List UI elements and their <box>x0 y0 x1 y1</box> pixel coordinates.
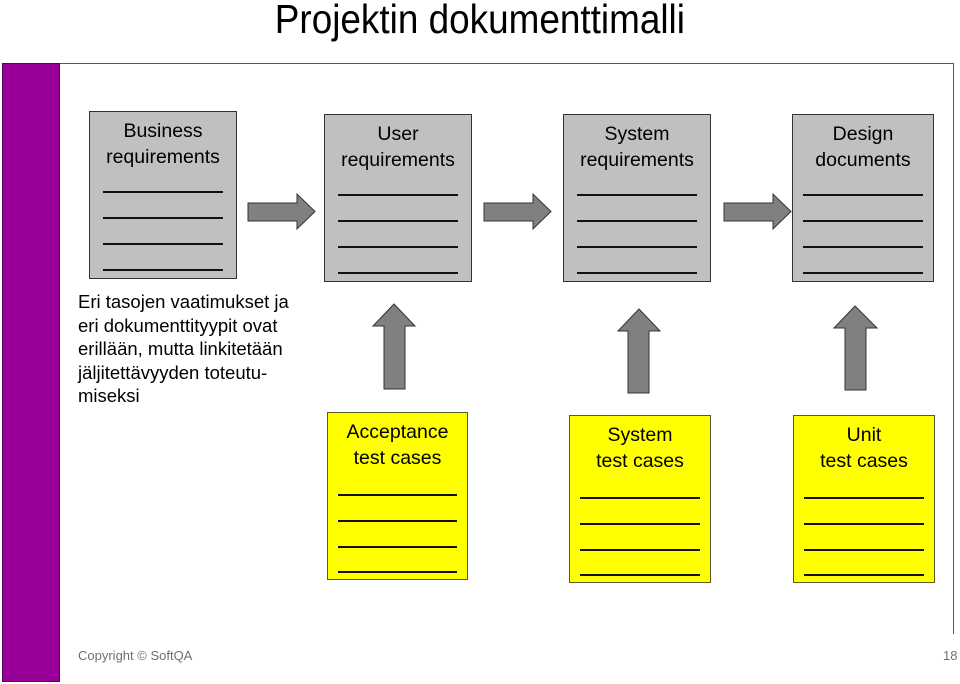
text-line <box>577 194 697 196</box>
text-line <box>338 571 457 573</box>
text-line <box>804 497 924 499</box>
text-line <box>577 246 697 248</box>
text-line <box>803 272 923 274</box>
text-line <box>338 220 458 222</box>
text-line <box>338 520 457 522</box>
doc-acceptance-test-cases: Acceptance test cases <box>327 412 468 580</box>
doc-label: User requirements <box>341 123 455 171</box>
text-line <box>580 574 700 576</box>
accent-bar <box>2 63 60 682</box>
slide-title-text: Projektin dokumenttimalli <box>274 0 686 42</box>
page-number: 18 <box>943 648 958 663</box>
text-line <box>338 494 457 496</box>
text-line <box>577 272 697 274</box>
traceability-note: Eri tasojen vaatimukset ja eri dokumentt… <box>78 291 289 406</box>
text-line <box>804 549 924 551</box>
text-line <box>803 220 923 222</box>
doc-label: Design documents <box>815 123 911 171</box>
text-line <box>803 194 923 196</box>
text-line <box>338 272 458 274</box>
doc-label: Acceptance test cases <box>346 421 449 469</box>
text-line <box>804 523 924 525</box>
doc-system-requirements: System requirements <box>563 114 711 282</box>
text-line <box>580 523 700 525</box>
text-line <box>803 246 923 248</box>
text-line <box>338 194 458 196</box>
text-line <box>338 546 457 548</box>
doc-unit-test-cases: Unit test cases <box>793 415 935 583</box>
doc-system-test-cases: System test cases <box>569 415 711 583</box>
text-line <box>804 574 924 576</box>
text-line <box>580 549 700 551</box>
doc-label: Unit test cases <box>820 424 908 472</box>
slide-title: Projektin dokumenttimalli <box>0 0 960 43</box>
doc-design-documents: Design documents <box>792 114 934 282</box>
text-line <box>103 243 223 245</box>
doc-label: System test cases <box>596 424 684 472</box>
doc-label: System requirements <box>580 123 694 171</box>
doc-label: Business requirements <box>106 120 220 168</box>
copyright-footer: Copyright © SoftQA <box>78 648 193 663</box>
text-line <box>338 246 458 248</box>
doc-user-requirements: User requirements <box>324 114 472 282</box>
text-line <box>580 497 700 499</box>
text-line <box>103 217 223 219</box>
text-line <box>103 269 223 271</box>
text-line <box>577 220 697 222</box>
text-line <box>103 191 223 193</box>
doc-business-requirements: Business requirements <box>89 111 237 279</box>
